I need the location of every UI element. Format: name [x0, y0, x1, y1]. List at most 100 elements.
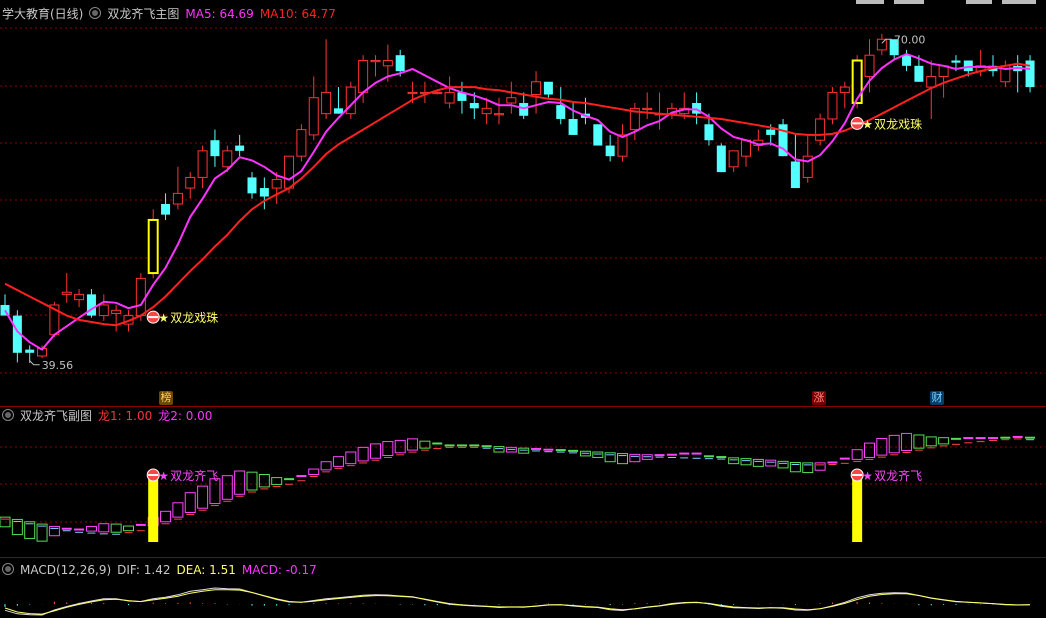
- candle-body: [74, 293, 85, 301]
- sub-bar: [938, 437, 950, 445]
- sub-bar: [802, 462, 814, 474]
- sub-bar: [197, 485, 209, 509]
- candle-body: [902, 55, 912, 66]
- indicator-settings-icon[interactable]: [2, 409, 14, 421]
- sub-bar: [123, 525, 134, 532]
- main-indicator-name[interactable]: 双龙齐飞主图: [107, 7, 179, 21]
- ma10-label: MA10: 64.77: [259, 7, 336, 21]
- candle-body: [222, 150, 233, 168]
- candle-body: [914, 65, 924, 82]
- sub-bar: [184, 492, 196, 513]
- price-chart-canvas[interactable]: 70.0039.56★ 双龙戏珠★ 双龙戏珠 ★ 双龙齐飞 ★ 双龙齐飞: [0, 0, 1046, 618]
- candle-body: [284, 155, 295, 189]
- candle-body: [395, 55, 405, 72]
- sub-bar: [172, 502, 184, 518]
- main-signal-ball-stripe: [148, 316, 159, 319]
- event-tag-zhang[interactable]: 涨: [812, 391, 826, 405]
- candle-body: [197, 150, 208, 178]
- candle-body: [321, 91, 332, 115]
- long1-label: 龙1: 1.00: [98, 409, 153, 423]
- candle-body: [370, 60, 381, 63]
- candle-body: [407, 91, 418, 95]
- sub-signal-text: 双龙齐飞: [170, 468, 218, 483]
- stock-title[interactable]: 学大教育(日线): [2, 7, 83, 21]
- sub-bar: [36, 523, 48, 542]
- panel-separator: [0, 406, 1046, 407]
- candle-body: [308, 97, 319, 136]
- candle-body: [185, 176, 196, 189]
- indicator-settings-icon[interactable]: [2, 563, 14, 575]
- sub-bar: [777, 460, 789, 469]
- candle-body: [135, 277, 146, 317]
- sub-panel-header: 双龙齐飞副图 龙1: 1.00 龙2: 0.00: [2, 408, 218, 424]
- event-tag-bang[interactable]: 榜: [159, 391, 173, 405]
- macd-title[interactable]: MACD(12,26,9): [20, 563, 111, 577]
- sub-bar: [604, 452, 616, 463]
- candle-body: [617, 134, 628, 157]
- sub-bar: [221, 475, 233, 500]
- sub-bar: [789, 461, 801, 473]
- dif-label: DIF: 1.42: [117, 563, 171, 577]
- candle-body: [568, 118, 578, 135]
- candle-body: [704, 124, 714, 141]
- sub-bar: [728, 457, 740, 465]
- low-marker-line: [29, 360, 40, 366]
- sub-bar: [925, 436, 937, 447]
- candle-body: [716, 145, 726, 173]
- macd-marks: [4, 587, 1031, 616]
- dea-label: DEA: 1.51: [176, 563, 236, 577]
- candle-body: [876, 38, 887, 51]
- sub-bar: [851, 449, 863, 460]
- candle-body: [827, 91, 838, 120]
- event-tag-label: 财: [931, 391, 943, 404]
- stock-chart-window: 70.00 39.56 ★ 双龙戏珠 ★ 双龙戏珠 ★ 双龙齐飞 ★ 双龙齐飞 学大教育(日线)…: [0, 0, 1046, 618]
- candle-body: [864, 54, 875, 77]
- sub-indicator-marks: ★ 双龙齐飞 ★ 双龙齐飞: [0, 432, 1036, 542]
- candle-body: [172, 192, 183, 205]
- candle-body: [432, 91, 443, 95]
- candle-body: [25, 349, 35, 353]
- candle-body: [926, 75, 937, 88]
- candle-body: [728, 150, 739, 168]
- candle-body: [951, 60, 961, 63]
- sub-bar: [382, 441, 394, 457]
- sub-bar: [901, 432, 913, 451]
- candle-body: [358, 60, 369, 93]
- sub-bar: [765, 459, 777, 467]
- sub-bar: [629, 453, 641, 463]
- sub-bar: [864, 442, 875, 458]
- signal-candle-highlight: [147, 218, 159, 275]
- sub-signal-bar: [852, 478, 863, 542]
- sub-bar: [246, 471, 258, 491]
- macd-value-label: MACD: -0.17: [241, 563, 317, 577]
- candle-body: [531, 81, 542, 96]
- ma-line-ma5: [4, 53, 1031, 351]
- main-panel-header: 学大教育(日线) 双龙齐飞主图 MA5: 64.69 MA10: 64.77: [2, 6, 342, 22]
- sub-bar: [518, 447, 530, 454]
- sub-bar: [888, 434, 900, 454]
- main-signal-text: 双龙戏珠: [874, 117, 922, 131]
- sub-bar: [814, 462, 826, 471]
- candle-body: [790, 161, 800, 189]
- sub-signal-ball-stripe: [852, 474, 863, 476]
- candle-body: [839, 86, 850, 93]
- event-tag-cai[interactable]: 财: [930, 391, 944, 405]
- candle-body: [210, 140, 220, 157]
- candle-body: [111, 309, 122, 314]
- indicator-settings-icon[interactable]: [89, 7, 102, 19]
- sub-signal-text: 双龙齐飞: [874, 468, 922, 483]
- event-tag-label: 榜: [160, 391, 172, 404]
- signal-candle-highlight: [851, 59, 863, 105]
- sub-bar: [48, 525, 60, 537]
- sub-signal-star-icon: ★: [158, 469, 169, 483]
- candle-body: [247, 177, 257, 194]
- sub-bar: [740, 458, 752, 466]
- sub-indicator-name[interactable]: 双龙齐飞副图: [20, 409, 92, 423]
- candle-body: [506, 97, 517, 104]
- candle-body: [605, 145, 615, 157]
- candle-body: [235, 145, 245, 151]
- candle-body: [271, 179, 282, 189]
- sub-signal-bar: [148, 478, 159, 542]
- candle-body: [444, 91, 455, 104]
- sub-bar: [234, 470, 246, 495]
